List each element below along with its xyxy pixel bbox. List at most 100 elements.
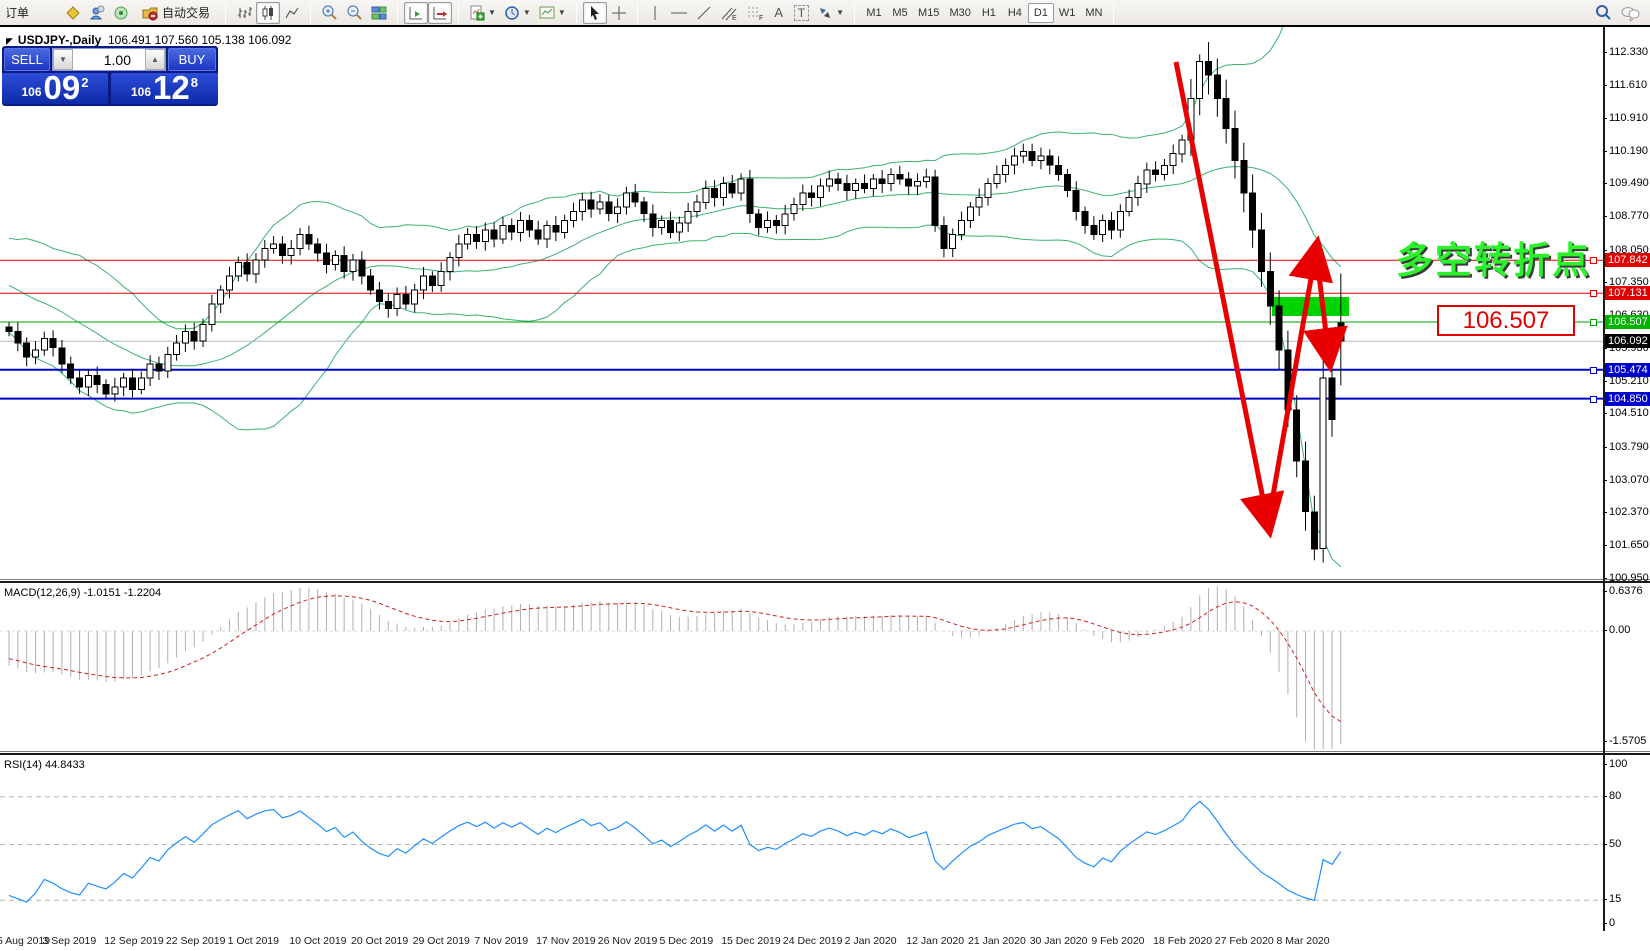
candle-body bbox=[932, 177, 938, 226]
horizontal-line-tool-icon[interactable] bbox=[666, 2, 692, 24]
candle-body bbox=[1082, 212, 1088, 226]
line-anchor-square[interactable] bbox=[1590, 257, 1597, 264]
candle-body bbox=[809, 193, 815, 198]
price-axis[interactable]: 112.330111.610110.910110.190109.490108.7… bbox=[1605, 27, 1650, 579]
channel-tool-icon[interactable]: E bbox=[716, 2, 742, 24]
candle-body bbox=[729, 184, 735, 193]
macd-axis[interactable]: 0.63760.00-1.5705 bbox=[1605, 583, 1650, 751]
add-indicator-button[interactable]: ▼ bbox=[465, 2, 500, 24]
price-tick-label: 103.070 bbox=[1609, 474, 1649, 486]
fibonacci-tool-icon[interactable]: F bbox=[742, 2, 768, 24]
timeframe-M1[interactable]: M1 bbox=[861, 3, 887, 23]
volume-increase-button[interactable]: ▲ bbox=[145, 49, 165, 70]
candle-body bbox=[456, 244, 462, 258]
timeframe-W1[interactable]: W1 bbox=[1054, 3, 1081, 23]
sell-button[interactable]: SELL bbox=[4, 48, 50, 71]
candle-body bbox=[544, 225, 550, 239]
candle-body bbox=[1064, 175, 1070, 191]
rsi-pane[interactable] bbox=[0, 755, 1603, 931]
trendline-tool-icon[interactable] bbox=[692, 2, 716, 24]
signals-icon[interactable] bbox=[109, 2, 133, 24]
text-tool-icon[interactable]: A bbox=[768, 2, 790, 24]
macd-chart bbox=[0, 583, 1603, 751]
candle-body bbox=[526, 221, 532, 230]
candle-body bbox=[191, 332, 197, 341]
candle-body bbox=[209, 304, 215, 325]
timeframe-H1[interactable]: H1 bbox=[976, 3, 1002, 23]
candle-body bbox=[1056, 165, 1062, 174]
cursor-tool-icon[interactable] bbox=[583, 2, 607, 24]
macd-axis-max: 0.6376 bbox=[1609, 585, 1643, 597]
price-tick-label: 105.210 bbox=[1609, 375, 1649, 387]
highlight-rectangle bbox=[1272, 297, 1349, 316]
bar-chart-icon[interactable] bbox=[232, 2, 256, 24]
line-chart-icon[interactable] bbox=[280, 2, 304, 24]
candle-body bbox=[1029, 151, 1035, 160]
templates-button[interactable]: ▼ bbox=[535, 2, 570, 24]
chat-icon[interactable] bbox=[1616, 2, 1644, 24]
zoom-in-icon[interactable] bbox=[317, 2, 342, 24]
price-badge: 105.474 bbox=[1605, 363, 1650, 377]
price-tick-label: 101.650 bbox=[1609, 539, 1649, 551]
price-level-label[interactable]: 106.507 bbox=[1437, 305, 1575, 336]
candle-body bbox=[1117, 212, 1123, 231]
price-chart-pane[interactable] bbox=[0, 27, 1603, 579]
candle-body bbox=[279, 244, 285, 256]
arrows-tool-icon[interactable]: ▼ bbox=[813, 2, 848, 24]
timeframe-H4[interactable]: H4 bbox=[1002, 3, 1028, 23]
auto-trading-button[interactable]: 自动交易 bbox=[133, 2, 219, 24]
toolbar: 新订单 自动交易 bbox=[0, 0, 1650, 27]
volume-input[interactable]: 1.00 bbox=[73, 49, 145, 70]
timeframe-M5[interactable]: M5 bbox=[887, 3, 913, 23]
auto-scroll-icon[interactable] bbox=[404, 2, 428, 24]
candle-body bbox=[756, 214, 762, 228]
turning-point-annotation[interactable]: 多空转折点 bbox=[1396, 230, 1591, 284]
candle-body bbox=[1003, 165, 1009, 174]
timeframe-MN[interactable]: MN bbox=[1080, 3, 1107, 23]
sell-price-display[interactable]: 106092 bbox=[2, 73, 108, 104]
timeframe-M15[interactable]: M15 bbox=[913, 3, 944, 23]
candle-body bbox=[15, 332, 21, 344]
candle-body bbox=[817, 186, 823, 198]
text-label-tool-icon[interactable]: T bbox=[790, 2, 813, 24]
date-label: 18 Feb 2020 bbox=[1153, 935, 1212, 947]
line-anchor-square[interactable] bbox=[1590, 396, 1597, 403]
date-label: 8 Mar 2020 bbox=[1277, 935, 1330, 947]
candlestick-chart-icon[interactable] bbox=[256, 2, 280, 24]
candle-body bbox=[1011, 156, 1017, 165]
tile-windows-icon[interactable] bbox=[367, 2, 391, 24]
candle-body bbox=[200, 325, 206, 341]
candle-body bbox=[765, 221, 771, 228]
vertical-line-tool-icon[interactable] bbox=[644, 2, 666, 24]
buy-price-display[interactable]: 106128 bbox=[111, 73, 218, 104]
volume-decrease-button[interactable]: ▼ bbox=[53, 49, 73, 70]
date-label: 5 Dec 2019 bbox=[660, 935, 714, 947]
time-axis[interactable]: 5 Aug 20193 Sep 201912 Sep 201922 Sep 20… bbox=[0, 931, 1650, 951]
date-label: 30 Jan 2020 bbox=[1030, 935, 1088, 947]
new-order-button[interactable]: 新订单 bbox=[3, 2, 61, 24]
search-icon[interactable] bbox=[1591, 2, 1616, 24]
candle-body bbox=[668, 221, 674, 233]
buy-button[interactable]: BUY bbox=[168, 48, 216, 71]
macd-label: MACD(12,26,9) -1.0151 -1.2204 bbox=[4, 587, 161, 599]
candle-body bbox=[632, 193, 638, 202]
line-anchor-square[interactable] bbox=[1590, 319, 1597, 326]
rsi-axis[interactable]: 1008050150 bbox=[1605, 755, 1650, 931]
zoom-out-icon[interactable] bbox=[342, 2, 367, 24]
line-anchor-square[interactable] bbox=[1590, 367, 1597, 374]
market-watch-icon[interactable] bbox=[61, 2, 85, 24]
candle-body bbox=[553, 225, 559, 232]
timeframe-D1[interactable]: D1 bbox=[1028, 3, 1054, 23]
macd-pane[interactable] bbox=[0, 583, 1603, 751]
timeframe-M30[interactable]: M30 bbox=[944, 3, 975, 23]
candle-body bbox=[85, 376, 91, 388]
candle-body bbox=[738, 179, 744, 193]
date-label: 7 Nov 2019 bbox=[474, 935, 528, 947]
line-anchor-square[interactable] bbox=[1590, 290, 1597, 297]
strategy-tester-icon[interactable] bbox=[85, 2, 109, 24]
crosshair-tool-icon[interactable] bbox=[607, 2, 631, 24]
price-badge: 107.131 bbox=[1605, 286, 1650, 300]
candle-body bbox=[950, 235, 956, 249]
periods-button[interactable]: ▼ bbox=[500, 2, 535, 24]
chart-shift-icon[interactable] bbox=[428, 2, 452, 24]
